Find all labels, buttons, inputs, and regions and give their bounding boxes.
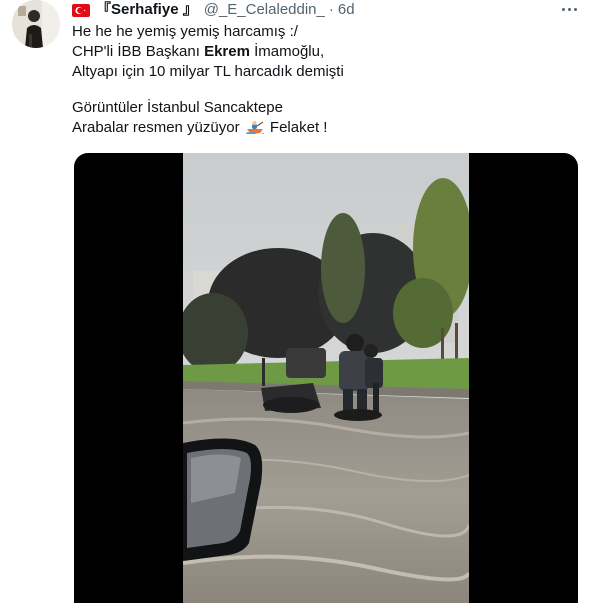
text-segment: CHP'li İBB Başkanı <box>72 43 205 60</box>
tweet-text-line: CHP'li İBB Başkanı Ekrem İmamoğlu, <box>72 42 572 62</box>
text-segment-bold: Ekrem <box>204 43 250 60</box>
more-options-button[interactable] <box>556 0 582 20</box>
user-handle[interactable]: @_E_Celaleddin_ <box>204 0 325 20</box>
text-segment: Arabalar resmen yüzüyor <box>72 119 244 136</box>
tweet[interactable]: 『Serhafiye 』 @_E_Celaleddin_ · 6d He he … <box>0 0 592 603</box>
turkey-flag-icon <box>72 3 90 17</box>
tweet-text-line: Görüntüler İstanbul Sancaktepe <box>72 98 572 118</box>
tweet-text-line: Altyapı için 10 milyar TL harcadık demiş… <box>72 62 572 82</box>
text-segment: Altyapı için 10 milyar TL harcadık demiş… <box>72 63 344 80</box>
rowboat-emoji-icon <box>245 120 264 134</box>
more-dot-icon <box>567 7 571 11</box>
video-player[interactable] <box>74 153 578 603</box>
timestamp[interactable]: 6d <box>338 0 355 20</box>
display-name[interactable]: 『Serhafiye 』 <box>96 0 198 20</box>
tweet-text-line: Arabalar resmen yüzüyor Felaket ! <box>72 118 572 138</box>
tweet-header: 『Serhafiye 』 @_E_Celaleddin_ · 6d <box>72 0 355 20</box>
text-segment: Felaket ! <box>265 119 328 136</box>
avatar[interactable] <box>12 0 60 48</box>
text-segment: İmamoğlu, <box>249 43 325 60</box>
more-dot-icon <box>561 7 565 11</box>
text-segment: He he he yemiş yemiş harcamış :/ <box>72 23 298 40</box>
text-segment: Görüntüler İstanbul Sancaktepe <box>72 99 283 116</box>
tweet-text: He he he yemiş yemiş harcamış :/ CHP'li … <box>72 22 572 138</box>
more-dot-icon <box>573 7 577 11</box>
flooded-street-video[interactable] <box>183 153 469 603</box>
separator-dot: · <box>328 1 334 18</box>
tweet-text-line: He he he yemiş yemiş harcamış :/ <box>72 22 572 42</box>
